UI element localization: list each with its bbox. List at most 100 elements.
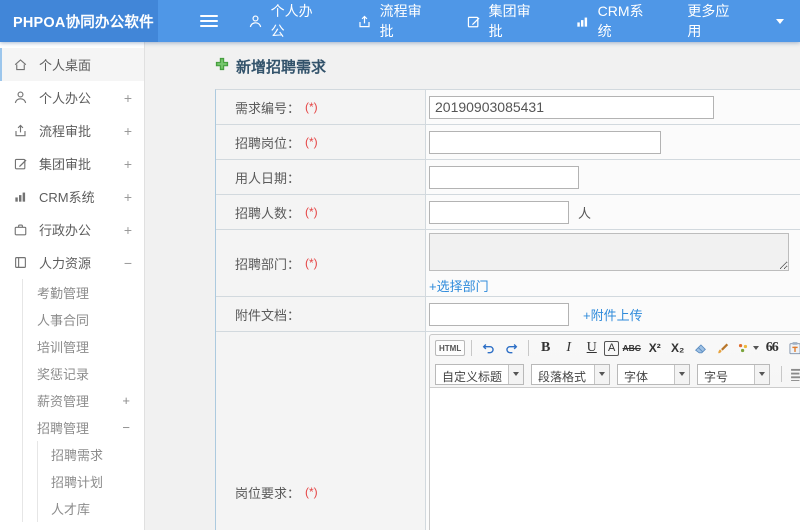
topnav-label: CRM系统 <box>597 3 644 39</box>
field-label-text: 需求编号： <box>235 100 301 116</box>
topnav-personal-office[interactable]: 个人办公 <box>232 0 341 42</box>
expand-toggle[interactable]: + <box>124 222 132 238</box>
undo-button[interactable] <box>478 338 499 358</box>
edit-icon <box>13 156 30 171</box>
toolbar-separator <box>781 366 783 382</box>
chevron-down-icon <box>775 18 784 24</box>
sidebar-item-personnel-contract[interactable]: 人事合同 <box>23 306 144 333</box>
eraser-button[interactable] <box>690 338 711 358</box>
add-icon <box>215 57 229 76</box>
sidebar-item-label: 培训管理 <box>37 340 90 355</box>
underline-button[interactable]: U <box>581 338 602 358</box>
blockquote-button[interactable]: 66 <box>761 338 782 358</box>
sidebar-item-label: 集团审批 <box>39 157 92 172</box>
sidebar-item-salary-management[interactable]: 薪资管理 + <box>23 387 144 414</box>
italic-button[interactable]: I <box>558 338 579 358</box>
sidebar-item-workflow-approval[interactable]: 流程审批 + <box>0 114 144 147</box>
subscript-button[interactable]: X₂ <box>667 338 688 358</box>
headcount-input[interactable] <box>429 200 569 224</box>
form-row-headcount: 招聘人数： (*) 人 <box>216 195 800 230</box>
topnav-label: 集团审批 <box>488 3 531 39</box>
employment-date-input[interactable] <box>429 165 579 189</box>
sidebar-item-admin-office[interactable]: 行政办公 + <box>0 213 144 246</box>
expand-toggle[interactable]: + <box>124 123 132 139</box>
form-row-requirements: 岗位要求： (*) HTML B I U A ABC X² X₂ 66 自定义标… <box>216 332 800 530</box>
collapse-toggle[interactable]: − <box>124 255 132 271</box>
strikethrough-button[interactable]: ABC <box>621 338 642 358</box>
attachment-upload-link[interactable]: +附件上传 <box>583 305 643 324</box>
expand-toggle[interactable]: + <box>122 393 130 408</box>
sidebar-item-attendance-management[interactable]: 考勤管理 <box>23 279 144 306</box>
hr-submenu: 考勤管理 人事合同 培训管理 奖惩记录 薪资管理 + 招聘管理 − 招聘需求 招… <box>22 279 144 522</box>
superscript-button[interactable]: X² <box>644 338 665 358</box>
more-apps-dropdown-toggle[interactable] <box>758 0 800 42</box>
color-palette-button[interactable] <box>736 338 760 358</box>
font-style-box-button[interactable]: A <box>604 340 620 356</box>
align-left-button[interactable] <box>788 364 800 384</box>
requirement-number-input[interactable] <box>429 95 714 119</box>
top-bar: PHPOA协同办公软件 个人办公 流程审批 集团审批 CRM系统 更多应用 <box>0 0 800 42</box>
topnav-group-approval[interactable]: 集团审批 <box>450 0 559 42</box>
main-content: 新增招聘需求 需求编号： (*) 招聘岗位： (*) <box>145 42 800 530</box>
toolbar-separator <box>528 340 530 356</box>
font-family-select[interactable]: 字体 <box>617 363 691 385</box>
paragraph-select-value: 段落格式 <box>538 369 587 384</box>
paste-button[interactable] <box>784 338 800 358</box>
select-department-link[interactable]: +选择部门 <box>429 276 489 295</box>
chevron-down-icon <box>508 364 524 384</box>
position-input[interactable] <box>429 130 661 154</box>
sidebar-item-personal-desktop[interactable]: 个人桌面 <box>0 48 144 81</box>
paragraph-format-select[interactable]: 段落格式 <box>531 363 611 385</box>
expand-toggle[interactable]: + <box>124 189 132 205</box>
font-size-select[interactable]: 字号 <box>697 363 771 385</box>
sidebar-item-label: 个人桌面 <box>39 58 92 73</box>
topnav-label: 更多应用 <box>687 3 730 39</box>
sidebar-item-recruitment-plan[interactable]: 招聘计划 <box>38 468 144 495</box>
sidebar-item-label: 奖惩记录 <box>37 367 90 382</box>
sidebar-item-reward-punishment-records[interactable]: 奖惩记录 <box>23 360 144 387</box>
format-brush-button[interactable] <box>713 338 734 358</box>
required-marker: (*) <box>305 205 318 219</box>
bold-button[interactable]: B <box>535 338 556 358</box>
editor-content-area[interactable] <box>430 387 800 530</box>
editor-toolbar-row-2: 自定义标题 段落格式 字体 字号 <box>430 361 800 387</box>
sidebar-item-human-resources[interactable]: 人力资源 − <box>0 246 144 279</box>
sidebar-item-training-management[interactable]: 培训管理 <box>23 333 144 360</box>
chevron-down-icon <box>753 346 760 350</box>
app-window: PHPOA协同办公软件 个人办公 流程审批 集团审批 CRM系统 更多应用 个人… <box>0 0 800 530</box>
collapse-toggle[interactable]: − <box>122 420 130 435</box>
bar-chart-icon <box>575 14 590 29</box>
field-label: 招聘人数： (*) <box>216 195 426 229</box>
heading-select-value: 自定义标题 <box>442 369 503 384</box>
editor-toolbar-row-1: HTML B I U A ABC X² X₂ 66 <box>430 335 800 361</box>
attachment-input[interactable] <box>429 302 569 326</box>
sidebar-item-label: 人力资源 <box>39 256 92 271</box>
topnav-crm-system[interactable]: CRM系统 <box>559 0 672 42</box>
book-icon <box>13 255 30 270</box>
redo-button[interactable] <box>501 338 522 358</box>
department-textarea[interactable] <box>429 233 789 271</box>
topnav-more-apps[interactable]: 更多应用 <box>671 0 758 42</box>
field-label: 招聘岗位： (*) <box>216 125 426 159</box>
topnav-label: 个人办公 <box>270 3 313 39</box>
required-marker: (*) <box>305 100 318 114</box>
chevron-down-icon <box>754 364 770 384</box>
topnav-workflow-approval[interactable]: 流程审批 <box>341 0 450 42</box>
menu-toggle-icon[interactable] <box>199 15 218 27</box>
sidebar-item-talent-pool[interactable]: 人才库 <box>38 495 144 522</box>
sidebar-item-recruitment-request[interactable]: 招聘需求 <box>38 441 144 468</box>
expand-toggle[interactable]: + <box>124 156 132 172</box>
sidebar-item-label: 招聘需求 <box>51 448 104 463</box>
expand-toggle[interactable]: + <box>124 90 132 106</box>
heading-select[interactable]: 自定义标题 <box>435 363 525 385</box>
sidebar-item-crm-system[interactable]: CRM系统 + <box>0 180 144 213</box>
field-label-text: 用人日期： <box>235 170 301 186</box>
chevron-down-icon <box>674 364 690 384</box>
bar-chart-icon <box>13 189 30 204</box>
html-source-button[interactable]: HTML <box>435 340 466 356</box>
sidebar-item-recruitment-management[interactable]: 招聘管理 − <box>23 414 144 441</box>
field-label: 招聘部门： (*) <box>216 230 426 296</box>
sidebar-item-group-approval[interactable]: 集团审批 + <box>0 147 144 180</box>
sidebar-item-personal-office[interactable]: 个人办公 + <box>0 81 144 114</box>
sidebar-item-label: 考勤管理 <box>37 286 90 301</box>
